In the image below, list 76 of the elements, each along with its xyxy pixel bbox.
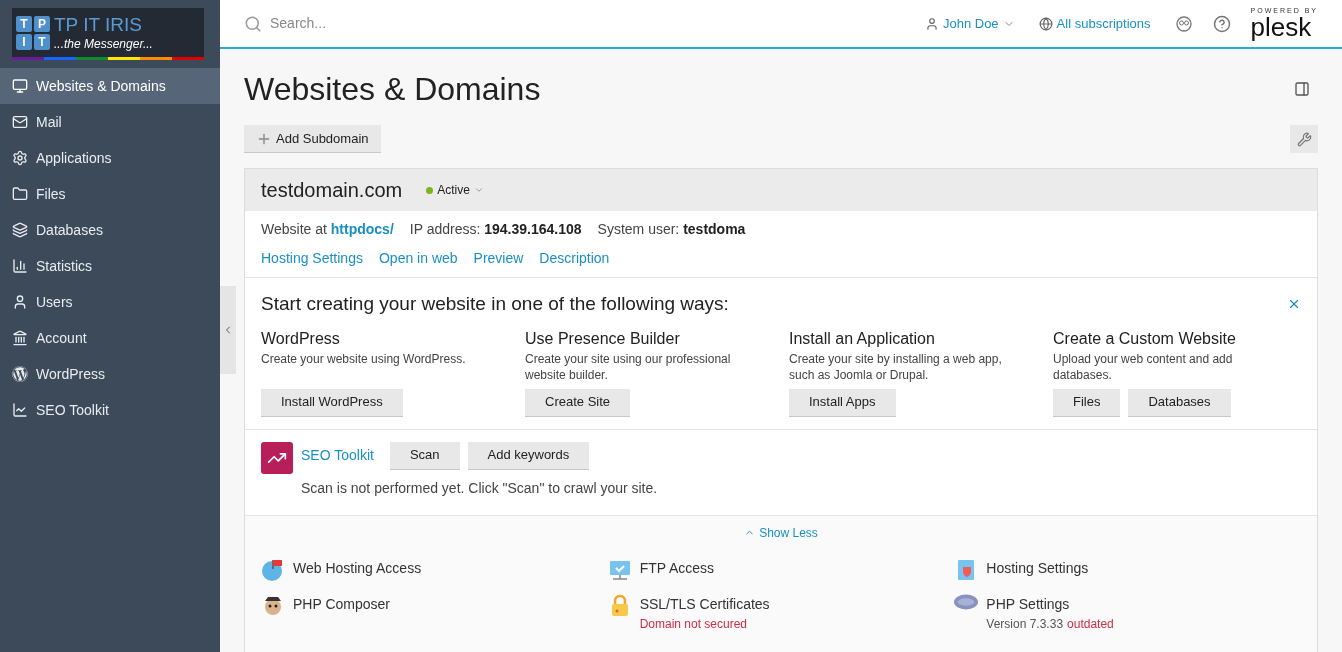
tool-link[interactable]: FTP Access [639, 557, 715, 579]
add-subdomain-button[interactable]: Add Subdomain [244, 125, 381, 153]
option-title: Use Presence Builder [525, 328, 681, 349]
option-title: Create a Custom Website [1053, 328, 1237, 349]
domain-name: testdomain.com [261, 178, 403, 203]
search-icon [244, 14, 262, 33]
logo-title: TP IT IRIS [54, 13, 143, 37]
option-description: Create your site by installing a web app, such as Joomla or Drupal. [789, 350, 1003, 384]
tool-link[interactable]: PHP Settings [986, 593, 1114, 615]
sidebar-item[interactable]: Applications [0, 140, 220, 176]
caret-icon [473, 185, 484, 195]
sidebar-item[interactable]: Websites & Domains [0, 68, 220, 104]
sidebar-item[interactable]: WordPress [0, 356, 220, 392]
tool-link[interactable]: Web Hosting Access [293, 557, 422, 579]
seo-message: Scan is not performed yet. Click "Scan" to crawl your site. [301, 478, 658, 498]
folder-icon [12, 186, 28, 202]
docroot-link[interactable]: httpdocs/ [330, 221, 394, 237]
tool-note: Version 7.3.33 [986, 615, 1064, 633]
action-button[interactable]: Files [1053, 388, 1121, 417]
user-menu[interactable]: John Doe [942, 13, 1015, 34]
domain-link[interactable]: Hosting Settings [261, 248, 363, 269]
panel-toggle-icon[interactable] [1294, 81, 1310, 97]
sidebar-item[interactable]: Databases [0, 212, 220, 248]
seo-toolkit-link[interactable]: SEO Toolkit [301, 445, 374, 466]
subscriptions-link[interactable]: All subscriptions [1056, 13, 1151, 34]
action-button[interactable]: Scan [389, 441, 460, 470]
gear-icon [12, 150, 28, 166]
monitor-icon [12, 78, 28, 94]
building-icon [12, 330, 28, 346]
action-button[interactable]: Create Site [525, 388, 631, 417]
tool-link[interactable]: Hosting Settings [986, 557, 1089, 579]
user-icon [12, 294, 28, 310]
sidebar-item[interactable]: Users [0, 284, 220, 320]
domain-link[interactable]: Description [539, 248, 610, 269]
envelope-icon [12, 114, 28, 130]
bar-chart-icon [12, 258, 28, 274]
help-icon[interactable] [1212, 14, 1231, 33]
tool-link[interactable]: PHP Composer [293, 593, 390, 615]
sidebar-item[interactable]: Account [0, 320, 220, 356]
user-icon [924, 16, 939, 31]
option-description: Create your website using WordPress. [261, 350, 467, 368]
tool-note: outdated [1067, 615, 1114, 633]
wordpress-logo-icon [12, 366, 28, 382]
domain-info: Website at httpdocs/ [261, 220, 394, 239]
sidebar-item[interactable]: Statistics [0, 248, 220, 284]
domain-link[interactable]: Preview [473, 248, 524, 269]
show-less-link[interactable]: Show Less [744, 523, 818, 542]
option-title: Install an Application [789, 328, 936, 349]
option-description: Upload your web content and add databases. [1053, 350, 1234, 384]
layers-icon [12, 222, 28, 238]
action-button[interactable]: Install WordPress [261, 388, 403, 417]
domain-link[interactable]: Open in web [378, 248, 458, 269]
option-description: Create your site using our professional website builder. [525, 350, 732, 384]
action-button[interactable]: Install Apps [789, 388, 896, 417]
globe-icon [1038, 16, 1053, 31]
domain-info: IP address: 194.39.164.108 [409, 220, 582, 239]
wrench-button[interactable] [1290, 125, 1318, 153]
line-chart-icon [12, 402, 28, 418]
php-logo-icon [954, 593, 979, 610]
start-heading: Start creating your website in one of the following ways: [261, 292, 729, 316]
domain-info: System user: testdoma [597, 220, 746, 239]
globe-flag-icon [261, 557, 285, 582]
page-title: Websites & Domains [244, 70, 541, 109]
tool-note: Domain not secured [639, 615, 748, 633]
logo-tagline: ...the Messenger... [54, 36, 153, 52]
tool-link[interactable]: SSL/TLS Certificates [639, 593, 770, 615]
option-title: WordPress [261, 328, 341, 349]
wrench-icon [1296, 131, 1312, 147]
search-field[interactable]: Search... [270, 13, 570, 34]
sidebar-item[interactable]: Files [0, 176, 220, 212]
sidebar-collapse-handle[interactable] [220, 286, 236, 374]
action-button[interactable]: Databases [1128, 388, 1231, 417]
action-button[interactable]: Add keywords [467, 441, 590, 470]
status-dropdown[interactable]: Active [426, 181, 484, 199]
sidebar-item[interactable]: SEO Toolkit [0, 392, 220, 428]
sidebar-item[interactable]: Mail [0, 104, 220, 140]
